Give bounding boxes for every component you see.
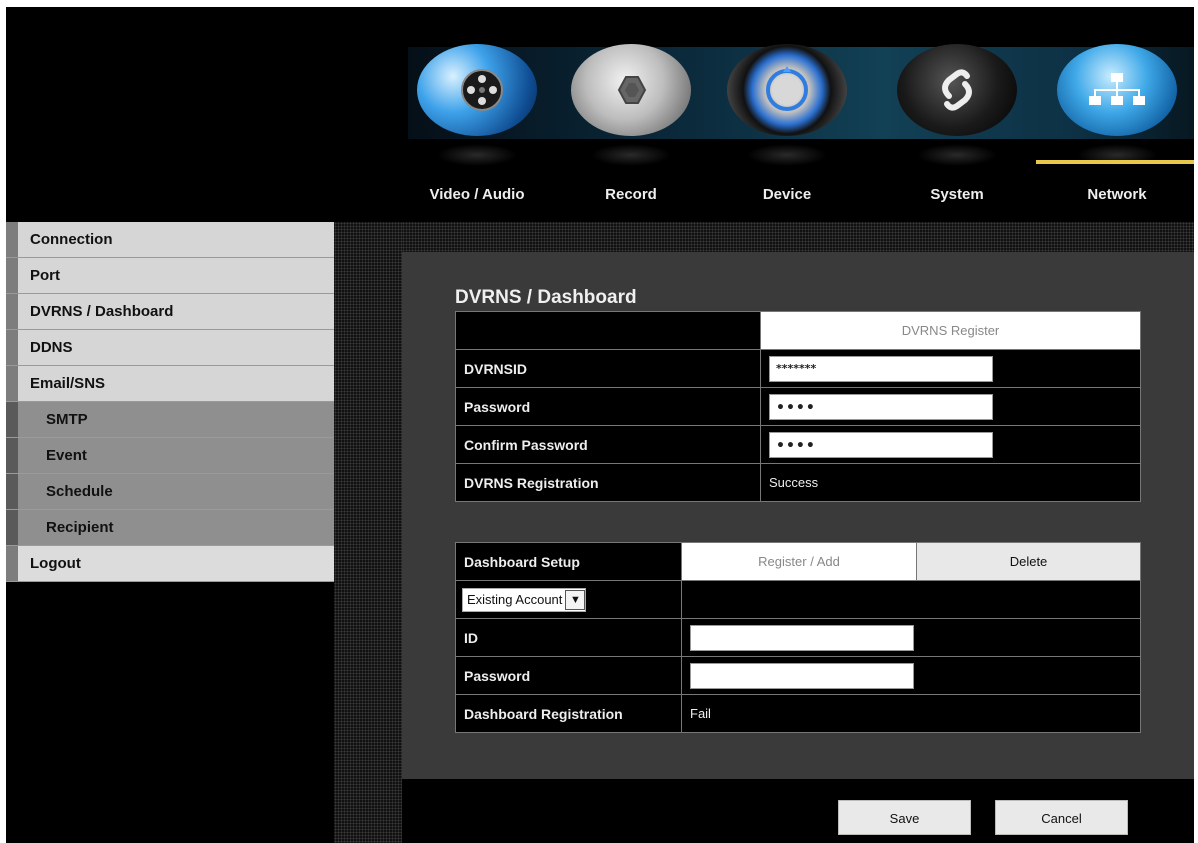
active-tab-indicator bbox=[1036, 160, 1194, 164]
dvrnsid-input[interactable]: ******* bbox=[769, 355, 993, 382]
dvrnsid-label: DVRNSID bbox=[455, 349, 761, 388]
table-cell: •••• bbox=[760, 425, 1141, 464]
confirm-password-label: Confirm Password bbox=[455, 425, 761, 464]
dashboard-password-input[interactable] bbox=[690, 662, 914, 689]
sidebar-item-event[interactable]: Event bbox=[6, 438, 334, 474]
tab-device[interactable]: Device bbox=[722, 44, 852, 219]
account-select-value: Existing Account bbox=[467, 592, 563, 607]
page-title: DVRNS / Dashboard bbox=[455, 287, 637, 308]
sidebar-item-dvrns-dashboard[interactable]: DVRNS / Dashboard bbox=[6, 294, 334, 330]
dotted-separator bbox=[334, 222, 402, 843]
shutter-glyph bbox=[617, 76, 647, 104]
dashboard-password-label: Password bbox=[455, 656, 682, 695]
table-cell: Existing Account ▼ bbox=[455, 580, 682, 619]
table-cell: ******* bbox=[760, 349, 1141, 388]
register-add-button[interactable]: Register / Add bbox=[681, 542, 917, 581]
dvrns-table: DVRNS Register DVRNSID ******* Password … bbox=[455, 311, 1141, 502]
table-cell bbox=[681, 618, 1141, 657]
sidebar-item-connection[interactable]: Connection bbox=[6, 222, 334, 258]
id-label: ID bbox=[455, 618, 682, 657]
password-input[interactable]: •••• bbox=[769, 393, 993, 420]
table-cell bbox=[455, 311, 761, 350]
sidebar-item-logout[interactable]: Logout bbox=[6, 546, 334, 582]
table-cell: •••• bbox=[760, 387, 1141, 426]
app-screen: Video / Audio Record Device System Netwo… bbox=[6, 7, 1194, 843]
confirm-password-input[interactable]: •••• bbox=[769, 431, 993, 458]
link-glyph bbox=[942, 69, 972, 111]
sidebar-item-schedule[interactable]: Schedule bbox=[6, 474, 334, 510]
tab-network[interactable]: Network bbox=[1052, 44, 1182, 219]
tab-label: Device bbox=[762, 186, 812, 203]
dashboard-setup-label: Dashboard Setup bbox=[455, 542, 682, 581]
dotted-header-strip bbox=[402, 222, 1194, 252]
tab-label: Network bbox=[1087, 186, 1147, 203]
dvrns-register-button[interactable]: DVRNS Register bbox=[760, 311, 1141, 350]
knob-glyph bbox=[766, 66, 808, 111]
dvrns-registration-status: Success bbox=[760, 463, 1141, 502]
tab-label: Record bbox=[605, 186, 657, 203]
dashboard-id-input[interactable] bbox=[690, 624, 914, 651]
network-glyph bbox=[1089, 73, 1145, 105]
dashboard-registration-status: Fail bbox=[681, 694, 1141, 733]
sidebar-item-recipient[interactable]: Recipient bbox=[6, 510, 334, 546]
save-button[interactable]: Save bbox=[838, 800, 971, 835]
tab-video-audio[interactable]: Video / Audio bbox=[412, 44, 542, 219]
sidebar-item-smtp[interactable]: SMTP bbox=[6, 402, 334, 438]
sidebar: Connection Port DVRNS / Dashboard DDNS E… bbox=[6, 222, 334, 582]
tab-system[interactable]: System bbox=[892, 44, 1022, 219]
film-reel-glyph bbox=[461, 69, 503, 111]
dashboard-table: Dashboard Setup Register / Add Delete Ex… bbox=[455, 542, 1141, 733]
table-cell bbox=[681, 580, 1141, 619]
tab-record[interactable]: Record bbox=[566, 44, 696, 219]
sidebar-item-email-sns[interactable]: Email/SNS bbox=[6, 366, 334, 402]
dvrns-registration-label: DVRNS Registration bbox=[455, 463, 761, 502]
table-cell bbox=[681, 656, 1141, 695]
chevron-down-icon: ▼ bbox=[565, 589, 586, 610]
sidebar-item-ddns[interactable]: DDNS bbox=[6, 330, 334, 366]
tab-label: System bbox=[930, 186, 984, 203]
sidebar-item-port[interactable]: Port bbox=[6, 258, 334, 294]
settings-panel: DVRNS / Dashboard DVRNS Register DVRNSID… bbox=[402, 252, 1194, 779]
cancel-button[interactable]: Cancel bbox=[995, 800, 1128, 835]
password-label: Password bbox=[455, 387, 761, 426]
delete-button[interactable]: Delete bbox=[916, 542, 1141, 581]
tab-label: Video / Audio bbox=[429, 186, 525, 203]
dashboard-registration-label: Dashboard Registration bbox=[455, 694, 682, 733]
account-select[interactable]: Existing Account ▼ bbox=[462, 587, 587, 612]
